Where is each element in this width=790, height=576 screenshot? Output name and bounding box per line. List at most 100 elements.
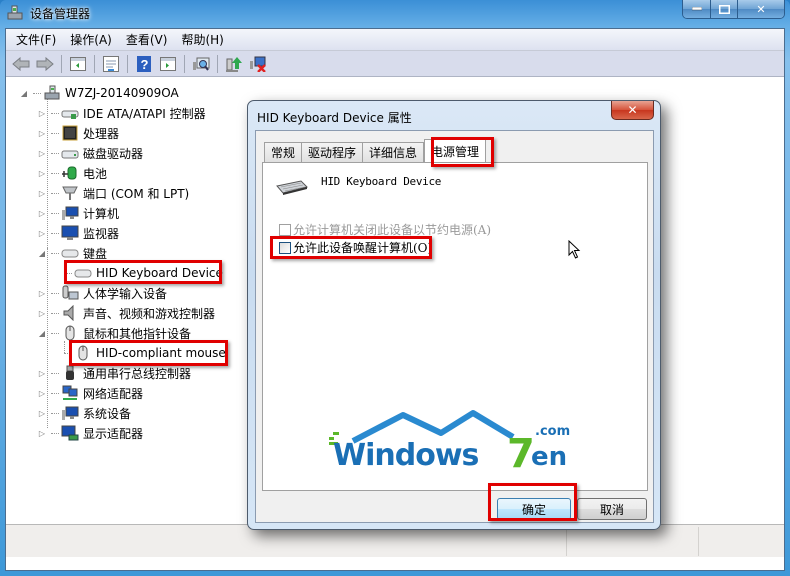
minimize-button[interactable]	[683, 0, 711, 18]
title-bar[interactable]: 设备管理器 ✕	[0, 0, 790, 28]
expand-arrow-icon[interactable]: ▷	[37, 428, 47, 438]
tree-item-ports[interactable]: ▷ 端口 (COM 和 LPT)	[37, 183, 189, 203]
tree-item-label: 系统设备	[83, 406, 132, 421]
uninstall-device-icon	[250, 56, 266, 72]
tab-driver[interactable]: 驱动程序	[301, 142, 364, 162]
scan-hardware-button[interactable]	[190, 54, 212, 74]
tree-item-computer[interactable]: ▷ 计算机	[37, 203, 119, 223]
highlight-box-wake-option	[270, 236, 432, 259]
scan-hardware-icon	[193, 57, 210, 71]
expand-arrow-icon[interactable]: ▷	[37, 288, 47, 298]
dialog-close-button[interactable]: ✕	[611, 101, 654, 120]
expand-arrow-icon[interactable]: ▷	[37, 108, 47, 118]
tree-item-disk[interactable]: ▷ 磁盘驱动器	[37, 143, 143, 163]
update-driver-button[interactable]	[223, 54, 245, 74]
expand-arrow-icon[interactable]: ▷	[37, 128, 47, 138]
action-pane-icon	[160, 56, 176, 71]
expand-arrow-icon[interactable]: ▷	[37, 188, 47, 198]
update-driver-icon	[226, 56, 242, 72]
properties-icon	[103, 55, 119, 72]
forward-icon	[36, 56, 54, 71]
tree-line	[51, 152, 59, 154]
collapse-arrow-icon[interactable]: ◢	[37, 328, 47, 338]
ide-controller-icon	[61, 110, 79, 119]
show-action-pane-button[interactable]	[157, 54, 179, 74]
expand-arrow-icon[interactable]: ▷	[37, 308, 47, 318]
maximize-button[interactable]	[711, 0, 738, 18]
tree-root[interactable]: ◢ W7ZJ-20140909OA	[19, 83, 179, 103]
cancel-button[interactable]: 取消	[577, 498, 647, 520]
menu-help[interactable]: 帮助(H)	[181, 31, 223, 48]
svg-text:?: ?	[141, 57, 149, 72]
toolbar: ?	[6, 51, 784, 77]
tree-line	[51, 392, 59, 394]
toolbar-separator	[184, 54, 185, 73]
tree-item-usb[interactable]: ▷ 通用串行总线控制器	[37, 363, 191, 383]
expand-arrow-icon[interactable]: ▷	[37, 388, 47, 398]
usb-icon	[66, 365, 74, 380]
collapse-arrow-icon[interactable]: ◢	[19, 88, 29, 98]
close-icon: ✕	[627, 103, 638, 117]
tree-item-system[interactable]: ▷ 系统设备	[37, 403, 131, 423]
toolbar-separator	[94, 54, 95, 73]
expand-arrow-icon[interactable]: ▷	[37, 368, 47, 378]
menu-view[interactable]: 查看(V)	[126, 31, 168, 48]
tree-item-hid[interactable]: ▷ 人体学输入设备	[37, 283, 167, 303]
watermark-text: Windows	[333, 438, 479, 473]
system-device-icon	[62, 406, 79, 420]
expand-arrow-icon[interactable]: ▷	[37, 408, 47, 418]
back-button[interactable]	[10, 54, 32, 74]
tab-details[interactable]: 详细信息	[362, 142, 425, 162]
computer-icon	[62, 206, 79, 220]
tree-item-sound[interactable]: ▷ 声音、视频和游戏控制器	[37, 303, 215, 323]
expand-arrow-icon[interactable]: ▷	[37, 208, 47, 218]
sound-icon	[63, 305, 74, 321]
tree-line	[51, 292, 59, 294]
processor-icon	[62, 125, 78, 141]
toolbar-separator	[61, 54, 62, 73]
help-button[interactable]: ?	[133, 54, 155, 74]
expand-arrow-icon[interactable]: ▷	[37, 148, 47, 158]
power-management-panel: HID Keyboard Device 允许计算机关闭此设备以节约电源(A) 允…	[262, 162, 648, 491]
window-title: 设备管理器	[30, 7, 91, 21]
tree-item-network[interactable]: ▷ 网络适配器	[37, 383, 143, 403]
tree-line	[51, 232, 59, 234]
hid-icon	[62, 285, 79, 300]
tree-item-label: 计算机	[83, 206, 120, 221]
menu-bar: 文件(F) 操作(A) 查看(V) 帮助(H)	[6, 29, 784, 51]
maximize-icon	[718, 4, 730, 14]
tree-line	[51, 192, 59, 194]
tree-line	[51, 312, 59, 314]
tree-item-display[interactable]: ▷ 显示适配器	[37, 423, 143, 443]
collapse-arrow-icon[interactable]: ◢	[37, 248, 47, 258]
tree-item-battery[interactable]: ▷ 电池	[37, 163, 107, 183]
watermark-en: en	[531, 442, 567, 472]
caption-buttons: ✕	[682, 0, 785, 19]
show-hide-console-tree-button[interactable]	[67, 54, 89, 74]
uninstall-device-button[interactable]	[247, 54, 269, 74]
properties-button[interactable]	[100, 54, 122, 74]
menu-action[interactable]: 操作(A)	[70, 31, 112, 48]
tree-item-monitor[interactable]: ▷ 监视器	[37, 223, 119, 243]
tree-line	[51, 412, 59, 414]
dialog-body: 常规 驱动程序 详细信息 电源管理 HID Keyboard Device 允许…	[255, 130, 654, 523]
tree-item-label: 键盘	[83, 246, 108, 261]
expand-arrow-icon[interactable]: ▷	[37, 228, 47, 238]
tree-item-label: 鼠标和其他指针设备	[83, 326, 192, 341]
tree-item-ide[interactable]: ▷ IDE ATA/ATAPI 控制器	[37, 103, 206, 123]
tab-general[interactable]: 常规	[264, 142, 303, 162]
highlight-box-ok	[488, 483, 577, 521]
display-adapter-icon	[61, 425, 79, 441]
forward-button[interactable]	[34, 54, 56, 74]
menu-file[interactable]: 文件(F)	[16, 31, 56, 48]
tree-line	[33, 92, 41, 94]
disk-drive-icon	[61, 150, 79, 159]
mouse-icon	[65, 325, 75, 341]
tree-line	[51, 112, 59, 114]
status-divider	[566, 527, 567, 556]
close-button[interactable]: ✕	[738, 0, 784, 18]
highlight-box-mouse	[69, 340, 228, 366]
tree-line	[51, 432, 59, 434]
tree-item-processor[interactable]: ▷ 处理器	[37, 123, 119, 143]
expand-arrow-icon[interactable]: ▷	[37, 168, 47, 178]
